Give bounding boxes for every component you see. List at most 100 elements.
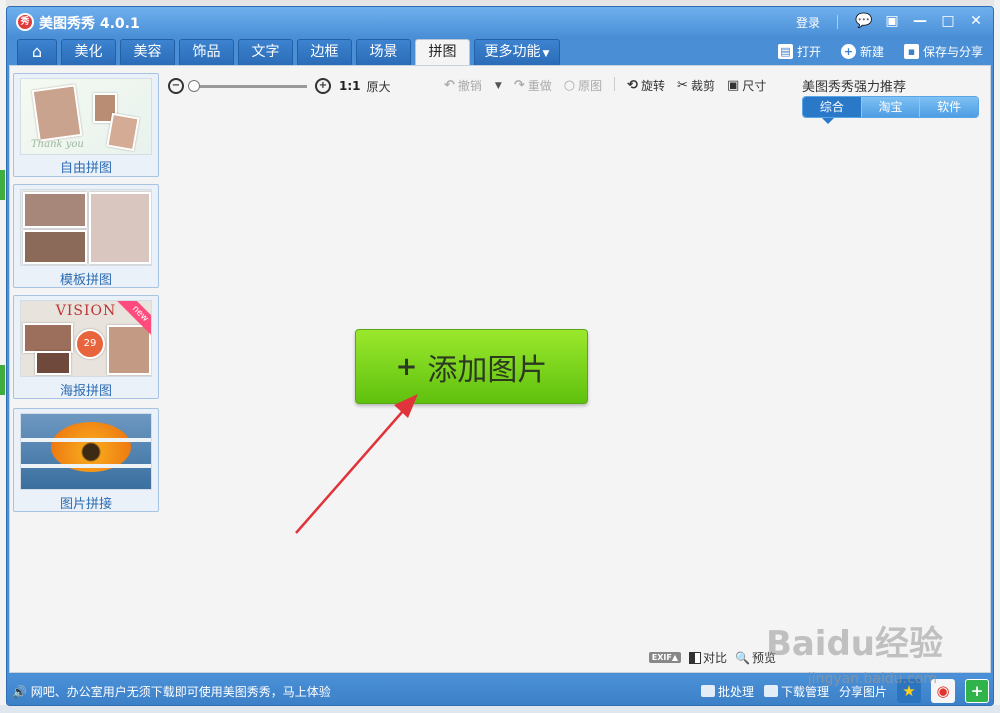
title-bar[interactable]: 秀 美图秀秀 4.0.1 登录 💬 ▣ — □ ✕ [7,7,993,37]
ratio-1-1-button[interactable]: 1:1 [339,79,361,93]
stitch-divider [21,464,151,468]
undo-icon: ↶ [444,78,455,93]
zoom-slider-knob[interactable] [188,79,200,92]
new-button[interactable]: + 新建 [840,43,884,60]
status-message[interactable]: 🔊 网吧、办公室用户无须下载即可使用美图秀秀，马上体验 [12,683,331,700]
zoom-out-icon[interactable]: − [168,78,184,94]
size-button[interactable]: ▣ 尺寸 [727,77,766,94]
template-collage-label: 模板拼图 [59,273,112,288]
free-collage-preview: Thank you [20,78,152,155]
tab-collage[interactable]: 拼图 [415,39,470,65]
desktop-right-strip [994,0,1000,713]
preview-icon: 🔍 [735,650,750,665]
canvas-bottom-tools: EXIF▲ 对比 🔍 预览 [648,649,776,666]
login-link[interactable]: 登录 [796,14,820,31]
close-icon[interactable]: ✕ [965,11,987,31]
feedback-icon[interactable]: 💬 [853,11,875,31]
undo-dropdown-icon[interactable]: ▼ [495,81,502,91]
add-picture-label: 添加图片 [427,352,548,388]
redo-button[interactable]: ↷ 重做 [514,77,552,94]
poster-collage-preview: VISION 29 new [20,300,152,377]
home-icon: ⌂ [31,42,43,61]
redo-icon: ↷ [513,78,525,93]
rotate-label: 旋转 [641,79,666,93]
tab-beautify[interactable]: 美化 [61,39,116,65]
plus-circle-icon: + [840,44,856,59]
add-icon[interactable]: + [965,679,989,703]
image-stitch-card[interactable]: 图片拼接 [13,408,159,512]
recommend-tab-taobao[interactable]: 淘宝 [861,97,921,117]
red-arrow-annotation [295,394,418,534]
app-window: 秀 美图秀秀 4.0.1 登录 💬 ▣ — □ ✕ ⌂ 美化 美容 饰品 文字 … [6,6,994,706]
workspace: Thank you 自由拼图 模板拼图 VISION 29 new 海报拼图 图… [9,65,991,673]
rotate-icon: ⟲ [627,78,639,93]
original-image-label: 原图 [578,79,603,93]
free-collage-label: 自由拼图 [59,161,112,176]
template-collage-preview [20,189,152,266]
free-collage-card[interactable]: Thank you 自由拼图 [13,73,159,177]
tab-frame[interactable]: 边框 [297,39,352,65]
tab-home[interactable]: ⌂ [17,39,57,65]
preview-photo [107,325,151,375]
tab-beauty[interactable]: 美容 [120,39,175,65]
minimize-icon[interactable]: — [909,11,931,31]
stitch-divider [21,438,151,442]
batch-process-button[interactable]: 批处理 [700,683,754,700]
recommend-title: 美图秀秀强力推荐 [802,80,907,95]
save-share-button[interactable]: ▪ 保存与分享 [903,43,983,60]
original-image-button[interactable]: ○ 原图 [564,77,602,94]
batch-icon [700,685,715,697]
open-label: 打开 [796,45,821,59]
poster-collage-label: 海报拼图 [59,384,112,399]
undo-label: 撤销 [457,79,482,93]
preview-photo [89,192,151,264]
baidu-watermark: Baidu经验 [765,624,943,664]
rotate-button[interactable]: ⟲ 旋转 [627,77,665,94]
recommend-tab-general[interactable]: 综合 [803,97,862,117]
circle-icon: ○ [563,78,576,93]
status-message-text: 网吧、办公室用户无须下载即可使用美图秀秀，马上体验 [30,685,331,699]
preview-photo [23,230,87,264]
caret-down-icon: ▼ [542,49,550,59]
more-functions-label: 更多功能 [484,44,541,60]
size-label: 尺寸 [742,79,767,93]
exif-button[interactable]: EXIF▲ [648,652,682,663]
plus-icon: + [395,351,418,382]
tab-more-functions[interactable]: 更多功能 ▼ [474,39,560,65]
app-logo-icon: 秀 [16,13,34,31]
preview-photo [23,192,87,228]
preview-photo [35,351,71,375]
preview-photo [23,323,73,353]
original-size-button[interactable]: 原大 [367,78,391,95]
scissors-icon: ✂ [677,78,688,93]
tool-separator [614,77,616,91]
image-stitch-label: 图片拼接 [59,497,112,512]
compare-button[interactable]: 对比 [689,649,727,666]
thank-you-script: Thank you [31,139,84,150]
zoom-in-icon[interactable]: + [315,78,331,94]
folder-icon: ▤ [777,44,793,59]
compare-label: 对比 [703,651,728,665]
skin-icon[interactable]: ▣ [881,11,903,31]
undo-button[interactable]: ↶ 撤销 ▼ [444,77,502,94]
save-share-label: 保存与分享 [922,45,983,59]
desktop-green-mark [0,365,5,395]
maximize-icon[interactable]: □ [937,11,959,31]
file-actions: ▤ 打开 + 新建 ▪ 保存与分享 [777,43,983,60]
image-stitch-preview [20,413,152,490]
batch-label: 批处理 [717,684,754,699]
crop-button[interactable]: ✂ 裁剪 [677,77,715,94]
tab-scene[interactable]: 场景 [356,39,411,65]
desktop-bottom-strip [0,705,1000,713]
recommend-tab-software[interactable]: 软件 [920,97,978,117]
open-button[interactable]: ▤ 打开 [777,43,821,60]
tab-accessories[interactable]: 饰品 [179,39,234,65]
compare-icon [689,651,702,664]
edit-tools: ↶ 撤销 ▼ ↷ 重做 ○ 原图 ⟲ 旋转 ✂ 裁剪 ▣ 尺寸 [444,77,766,94]
tab-text[interactable]: 文字 [238,39,293,65]
template-collage-card[interactable]: 模板拼图 [13,184,159,288]
zoom-slider[interactable] [188,79,307,92]
resize-icon: ▣ [726,78,740,93]
poster-collage-card[interactable]: VISION 29 new 海报拼图 [13,295,159,399]
save-icon: ▪ [903,44,919,59]
